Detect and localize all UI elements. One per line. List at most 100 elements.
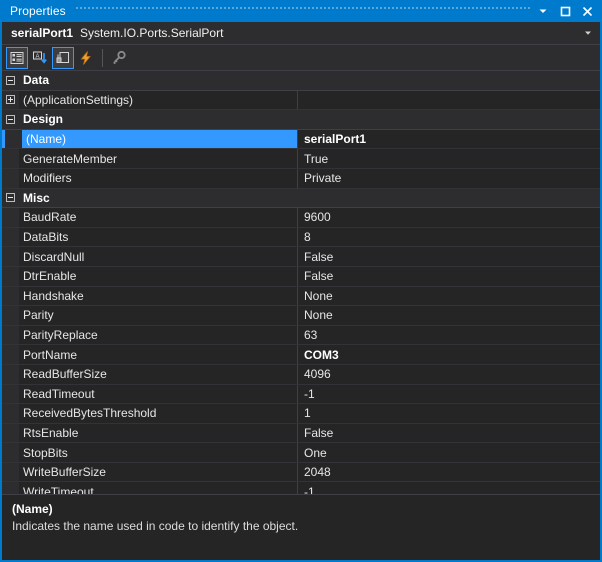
property-name: (ApplicationSettings)	[23, 92, 134, 107]
property-row[interactable]: Handshake None	[2, 286, 600, 307]
drag-handle[interactable]	[75, 0, 532, 22]
property-value[interactable]: 8	[298, 228, 600, 247]
property-value[interactable]: 9600	[298, 208, 600, 227]
property-row[interactable]: BaudRate 9600	[2, 208, 600, 228]
property-name: StopBits	[23, 445, 68, 460]
category-row[interactable]: Misc	[2, 188, 600, 209]
row-gutter	[2, 227, 19, 247]
row-gutter	[2, 208, 19, 227]
categorized-view-button[interactable]	[6, 46, 28, 69]
property-row[interactable]: DataBits 8	[2, 227, 600, 248]
description-text: Indicates the name used in code to ident…	[12, 519, 299, 533]
toolbar-separator	[102, 48, 103, 67]
category-label: Data	[23, 73, 50, 88]
property-value[interactable]: -1	[298, 482, 600, 494]
row-gutter	[2, 306, 19, 325]
property-value[interactable]: 2048	[298, 463, 600, 482]
row-gutter	[2, 286, 19, 306]
collapse-icon[interactable]	[6, 193, 15, 203]
titlebar: Properties	[2, 0, 600, 22]
row-gutter	[2, 345, 19, 364]
property-name: DtrEnable	[23, 269, 77, 284]
row-gutter	[2, 149, 19, 168]
property-value[interactable]	[298, 91, 600, 110]
property-value[interactable]: None	[298, 287, 600, 306]
alphabetical-view-button[interactable]: A	[29, 47, 51, 69]
property-row[interactable]: Modifiers Private	[2, 168, 600, 189]
object-name: serialPort1	[11, 26, 74, 40]
property-row[interactable]: WriteBufferSize 2048	[2, 462, 600, 483]
row-gutter	[2, 423, 19, 443]
property-value[interactable]: serialPort1	[298, 129, 600, 149]
property-row[interactable]: GenerateMember True	[2, 149, 600, 169]
property-value[interactable]: -1	[298, 385, 600, 404]
property-name: Parity	[23, 308, 54, 323]
close-button[interactable]	[576, 1, 598, 21]
property-value[interactable]: True	[298, 149, 600, 168]
property-row[interactable]: StopBits One	[2, 443, 600, 463]
description-pane: (Name) Indicates the name used in code t…	[2, 494, 600, 560]
row-gutter	[2, 325, 19, 345]
titlebar-buttons	[532, 1, 598, 21]
property-grid[interactable]: Data (ApplicationSettings) Design (Name) ser…	[2, 71, 600, 494]
property-name: Handshake	[23, 288, 84, 303]
property-name: RtsEnable	[23, 425, 79, 440]
property-name: BaudRate	[23, 210, 77, 225]
row-gutter	[2, 247, 19, 266]
property-row[interactable]: WriteTimeout -1	[2, 482, 600, 494]
property-value[interactable]: One	[298, 443, 600, 462]
properties-button[interactable]	[52, 46, 74, 69]
collapse-icon[interactable]	[6, 114, 15, 124]
property-row[interactable]: ReadTimeout -1	[2, 384, 600, 405]
row-gutter	[2, 90, 19, 110]
property-value[interactable]: Private	[298, 169, 600, 188]
expand-icon[interactable]	[6, 95, 15, 105]
property-value[interactable]: None	[298, 306, 600, 325]
row-gutter	[2, 462, 19, 482]
property-name: WriteTimeout	[23, 484, 94, 494]
property-row[interactable]: DiscardNull False	[2, 247, 600, 267]
dropdown-menu-button[interactable]	[532, 1, 554, 21]
category-row[interactable]: Design	[2, 110, 600, 130]
property-row[interactable]: (ApplicationSettings)	[2, 90, 600, 111]
property-value[interactable]: False	[298, 424, 600, 443]
maximize-button[interactable]	[554, 1, 576, 21]
property-value[interactable]: 4096	[298, 365, 600, 384]
property-row[interactable]: ParityReplace 63	[2, 325, 600, 346]
row-gutter	[5, 129, 22, 149]
property-row[interactable]: RtsEnable False	[2, 423, 600, 444]
property-name: ReadTimeout	[23, 386, 95, 401]
object-type: System.IO.Ports.SerialPort	[80, 26, 224, 40]
category-label: Design	[23, 112, 64, 127]
description-title: (Name)	[12, 502, 53, 516]
property-name: DataBits	[23, 230, 69, 245]
collapse-icon[interactable]	[6, 75, 15, 85]
property-name: (Name)	[22, 129, 297, 149]
panel-title: Properties	[10, 4, 66, 18]
property-value[interactable]: 1	[298, 404, 600, 423]
row-gutter	[2, 443, 19, 462]
property-row[interactable]: (Name) serialPort1	[2, 129, 600, 150]
property-row[interactable]: Parity None	[2, 306, 600, 326]
category-row[interactable]: Data	[2, 71, 600, 91]
property-name: ParityReplace	[23, 328, 98, 343]
property-pages-button[interactable]	[108, 47, 130, 69]
property-row[interactable]: PortName COM3	[2, 345, 600, 365]
object-selector[interactable]: serialPort1 System.IO.Ports.SerialPort	[2, 22, 600, 45]
property-value[interactable]: False	[298, 247, 600, 266]
row-gutter	[2, 168, 19, 188]
category-label: Misc	[23, 190, 50, 205]
property-row[interactable]: DtrEnable False	[2, 266, 600, 287]
property-value[interactable]: COM3	[298, 345, 600, 364]
property-value[interactable]: 63	[298, 326, 600, 345]
property-name: GenerateMember	[23, 151, 118, 166]
row-gutter	[2, 71, 19, 90]
property-name: ReadBufferSize	[23, 367, 107, 382]
row-gutter	[2, 404, 19, 423]
chevron-down-icon[interactable]	[580, 23, 596, 43]
property-row[interactable]: ReceivedBytesThreshold 1	[2, 404, 600, 424]
property-value[interactable]: False	[298, 267, 600, 286]
row-gutter	[2, 364, 19, 384]
events-button[interactable]	[75, 47, 97, 69]
property-row[interactable]: ReadBufferSize 4096	[2, 364, 600, 385]
